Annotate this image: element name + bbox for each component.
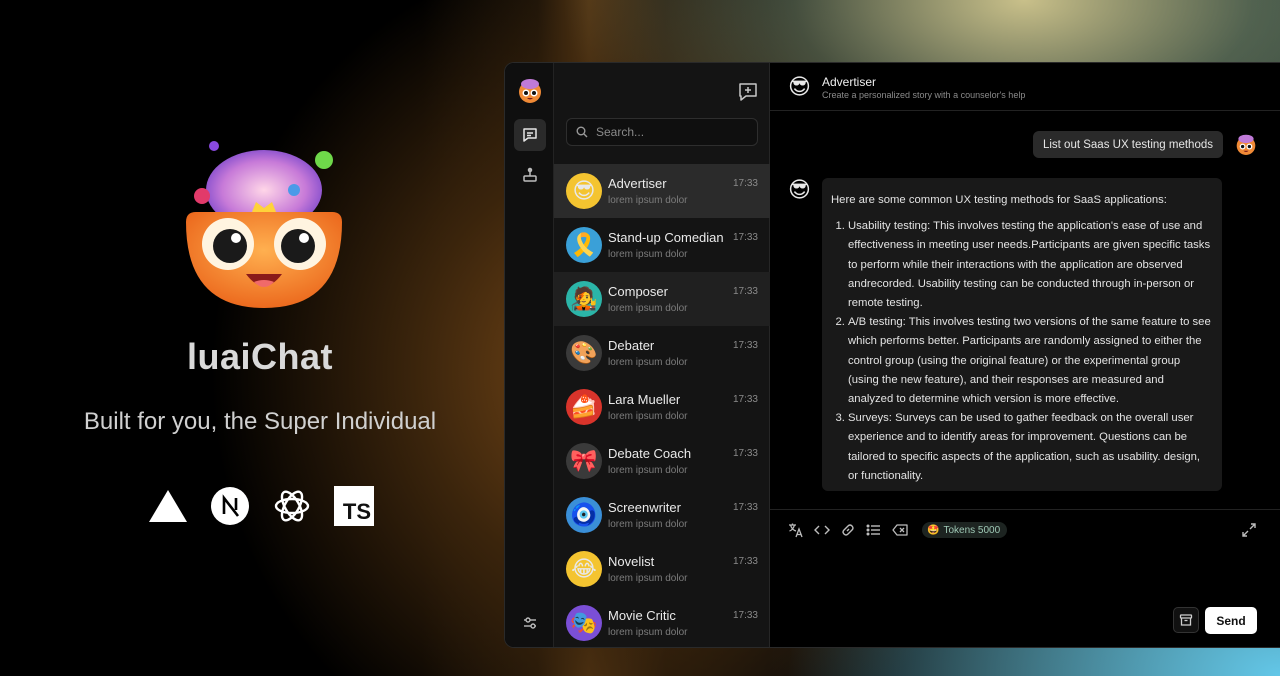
session-time: 17:33: [732, 394, 758, 405]
settings-button[interactable]: [514, 607, 546, 639]
openai-icon: [272, 486, 312, 526]
session-avatar: 🎨: [566, 335, 602, 371]
session-description: lorem ipsum dolor: [608, 411, 688, 422]
chat-bubble-icon: [523, 128, 537, 142]
session-avatar: 🎀: [566, 443, 602, 479]
assistant-message: Here are some common UX testing methods …: [822, 178, 1222, 491]
session-description: lorem ipsum dolor: [608, 357, 688, 368]
link-icon[interactable]: [840, 522, 856, 538]
session-name: Debater: [608, 338, 655, 353]
archive-icon: [1179, 614, 1193, 626]
session-name: Advertiser: [608, 176, 667, 191]
session-avatar: 🧿: [566, 497, 602, 533]
tech-stack: TS: [148, 486, 374, 526]
session-avatar: 🎗️: [566, 227, 602, 263]
session-item[interactable]: 🧿 Screenwriter lorem ipsum dolor 17:33: [554, 488, 770, 542]
app-tagline: Built for you, the Super Individual: [83, 408, 437, 435]
session-avatar: 🧑‍🎤: [566, 281, 602, 317]
code-icon[interactable]: [814, 522, 830, 538]
session-name: Stand-up Comedian: [608, 230, 724, 245]
user-avatar-icon: [1236, 134, 1256, 155]
session-description: lorem ipsum dolor: [608, 195, 688, 206]
token-label: Tokens 5000: [943, 524, 1001, 536]
vercel-icon: [148, 486, 188, 526]
session-avatar: 🎭: [566, 605, 602, 641]
session-name: Novelist: [608, 554, 655, 569]
app-window: 😎 Advertiser lorem ipsum dolor 17:33 🎗️ Stand…: [504, 62, 1280, 648]
session-name: Screenwriter: [608, 500, 681, 515]
session-time: 17:33: [732, 502, 758, 513]
session-item[interactable]: 🎗️ Stand-up Comedian lorem ipsum dolor 17:3…: [554, 218, 770, 272]
lobe-logo-icon: [186, 141, 342, 308]
session-item[interactable]: 🧑‍🎤 Composer lorem ipsum dolor 17:33: [554, 272, 770, 326]
list-icon[interactable]: [866, 522, 882, 538]
typescript-icon: TS: [334, 486, 374, 526]
agent-avatar: 😎: [788, 74, 811, 99]
search-input[interactable]: [596, 125, 746, 139]
list-item: Usability testing: This involves testing…: [848, 217, 1212, 313]
clear-icon[interactable]: [892, 522, 908, 538]
session-item[interactable]: 🍰 Lara Mueller lorem ipsum dolor 17:33: [554, 380, 770, 434]
session-name: Lara Mueller: [608, 392, 681, 407]
session-time: 17:33: [732, 286, 758, 297]
session-description: lorem ipsum dolor: [608, 303, 688, 314]
search-icon: [576, 126, 588, 138]
session-list: 😎 Advertiser lorem ipsum dolor 17:33 🎗️ Stand…: [554, 164, 770, 647]
chat-header: 😎 Advertiser Create a personalized story…: [770, 63, 1280, 111]
sliders-icon: [524, 617, 536, 629]
session-item[interactable]: 🎨 Debater lorem ipsum dolor 17:33: [554, 326, 770, 380]
user-avatar-icon[interactable]: [517, 77, 543, 103]
session-item[interactable]: 🎭 Movie Critic lorem ipsum dolor 17:33: [554, 596, 770, 647]
session-item[interactable]: 😂 Novelist lorem ipsum dolor 17:33: [554, 542, 770, 596]
chat-input-area[interactable]: 🤩 Tokens 5000 Send: [770, 509, 1280, 647]
translate-icon[interactable]: [788, 522, 804, 538]
session-avatar: 😂: [566, 551, 602, 587]
session-avatar: 🍰: [566, 389, 602, 425]
conversation-panel: 😎 Advertiser Create a personalized story…: [770, 63, 1280, 647]
nextjs-icon: [210, 486, 250, 526]
send-button[interactable]: Send: [1205, 607, 1257, 634]
session-name: Movie Critic: [608, 608, 676, 623]
session-time: 17:33: [732, 232, 758, 243]
session-sidebar: 😎 Advertiser lorem ipsum dolor 17:33 🎗️ Stand…: [554, 63, 770, 647]
session-name: Composer: [608, 284, 668, 299]
session-time: 17:33: [732, 340, 758, 351]
list-item: Surveys: Surveys can be used to gather f…: [848, 409, 1212, 486]
session-avatar: 😎: [566, 173, 602, 209]
list-item: A/B testing: This involves testing two v…: [848, 313, 1212, 409]
input-toolbar: 🤩 Tokens 5000: [788, 522, 1008, 538]
chat-tab-button[interactable]: [514, 119, 546, 151]
nav-rail: [505, 63, 554, 647]
chat-title: Advertiser: [822, 75, 877, 89]
assistant-intro: Here are some common UX testing methods …: [831, 194, 1167, 206]
archive-button[interactable]: [1173, 607, 1199, 633]
session-time: 17:33: [732, 556, 758, 567]
session-item[interactable]: 😎 Advertiser lorem ipsum dolor 17:33: [554, 164, 770, 218]
user-message: List out Saas UX testing methods: [1032, 131, 1223, 158]
chat-subtitle: Create a personalized story with a couns…: [822, 90, 1026, 100]
session-description: lorem ipsum dolor: [608, 627, 688, 638]
agent-avatar: 😎: [788, 177, 811, 202]
session-description: lorem ipsum dolor: [608, 465, 688, 476]
session-name: Debate Coach: [608, 446, 692, 461]
session-description: lorem ipsum dolor: [608, 573, 688, 584]
token-counter[interactable]: 🤩 Tokens 5000: [922, 522, 1008, 538]
session-time: 17:33: [732, 178, 758, 189]
market-tab-button[interactable]: [514, 159, 546, 191]
session-description: lorem ipsum dolor: [608, 519, 688, 530]
token-emoji-icon: 🤩: [927, 524, 940, 536]
session-item[interactable]: 🎀 Debate Coach lorem ipsum dolor 17:33: [554, 434, 770, 488]
session-description: lorem ipsum dolor: [608, 249, 688, 260]
session-time: 17:33: [732, 610, 758, 621]
assistant-list: Usability testing: This involves testing…: [831, 217, 1212, 486]
expand-icon[interactable]: [1241, 522, 1257, 538]
market-icon: [523, 167, 537, 182]
session-time: 17:33: [732, 448, 758, 459]
search-box[interactable]: [566, 118, 758, 146]
new-chat-icon[interactable]: [737, 81, 759, 103]
app-title: luaiChat: [186, 336, 333, 377]
